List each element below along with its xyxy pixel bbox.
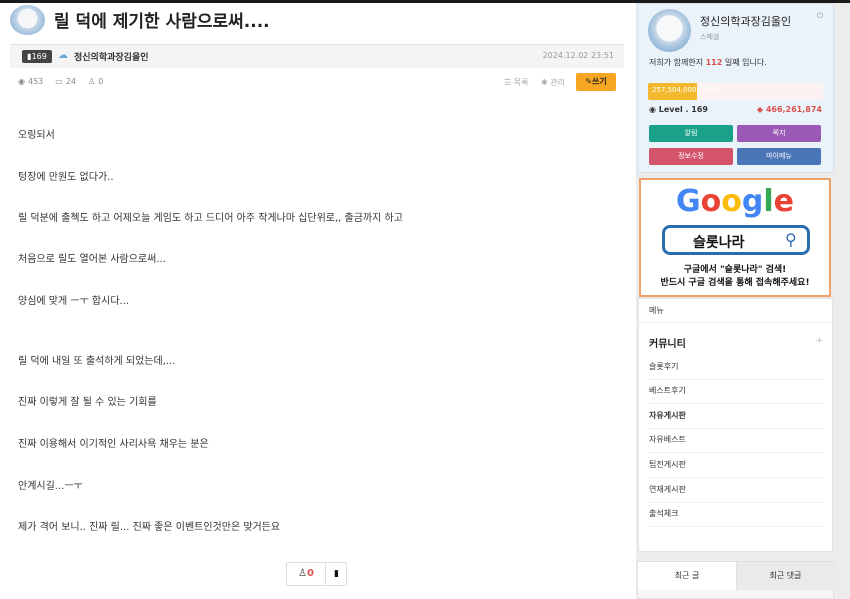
sidebar-item-tip-board[interactable]: 팁전게시판	[649, 454, 824, 478]
manage-label: 관리	[550, 78, 565, 87]
tab-recent-posts[interactable]: 최근 글	[638, 562, 736, 590]
like-count: 0	[307, 568, 314, 579]
bookmark-button[interactable]: ▮	[325, 563, 347, 585]
thumbs-up-icon: ♙	[88, 77, 96, 86]
post-date: 2024.12.02 23:51	[542, 51, 614, 60]
post-meta-bar: ▮169 ☁ 정신의학과장김올인 2024.12.02 23:51	[10, 44, 624, 68]
post-body-line: 양심에 맞게 ㅡㅜ 합시다...	[18, 296, 130, 307]
user-icon: ◉	[649, 105, 656, 114]
logo-letter: g	[741, 184, 764, 219]
search-icon: ⚲	[785, 230, 797, 249]
sidebar-item-attendance[interactable]: 출석체크	[649, 503, 824, 527]
sidebar-item-free-best[interactable]: 자유베스트	[649, 429, 824, 453]
eye-icon: ◉	[18, 77, 25, 86]
menu-header: 메뉴	[639, 299, 832, 323]
coin-icon: ◆	[756, 105, 764, 114]
post-stats: ◉ 453 ▭ 24 ♙ 0	[18, 77, 103, 86]
my-menu-button[interactable]: 마이메뉴	[737, 148, 821, 165]
logo-letter: G	[675, 184, 701, 219]
list-icon: ☰	[504, 78, 512, 87]
post-body-line: 텅장에 만원도 없다가..	[18, 172, 114, 183]
logo-letter: o	[700, 184, 722, 219]
logo-letter: e	[773, 184, 794, 219]
exp-progress-bar: 257,504,000 (28%)	[648, 83, 823, 100]
edit-info-button[interactable]: 정보수정	[649, 148, 733, 165]
list-link[interactable]: ☰ 목록	[504, 77, 528, 88]
post-body-line: 진짜 이용해서 이기적인 사리사욕 채우는 분은	[18, 439, 209, 450]
recent-tabs: 최근 글 최근 댓글	[637, 561, 834, 599]
exp-progress-text: 257,504,000 (28%)	[652, 86, 720, 94]
profile-name[interactable]: 정신의학과장김올인	[700, 13, 791, 29]
cloud-icon: ☁	[58, 50, 68, 61]
post-body-line: 릴 덕분에 출첵도 하고 어제오늘 게임도 하고 드디어 아주 작게나마 십단위…	[18, 213, 403, 224]
views-stat: ◉ 453	[18, 77, 43, 86]
days-suffix: 일째 입니다.	[724, 58, 767, 67]
tab-recent-comments[interactable]: 최근 댓글	[736, 562, 834, 590]
message-button-label: 쪽지	[772, 129, 786, 137]
comments-stat: ▭ 24	[55, 77, 76, 86]
views-count: 453	[27, 77, 44, 86]
alarm-button[interactable]: 알림	[649, 125, 733, 142]
points-info: ◆ 466,261,874	[757, 105, 822, 114]
days-count: 112	[705, 58, 723, 67]
power-icon[interactable]: ⏻	[817, 11, 823, 21]
sidebar-item-serial-board[interactable]: 연재게시판	[649, 479, 824, 503]
thumbs-up-icon: ♙	[298, 568, 307, 579]
points-value: 466,261,874	[765, 105, 822, 114]
google-search-ad[interactable]: Google 슬롯나라 ⚲ 구글에서 "슬롯나라" 검색! 반드시 구글 검색을…	[639, 178, 831, 297]
like-button[interactable]: ♙0	[287, 563, 325, 585]
logo-letter: l	[763, 184, 774, 219]
post-author-name[interactable]: 정신의학과장김올인	[74, 50, 149, 63]
author-avatar[interactable]	[10, 5, 45, 35]
profile-card: 정신의학과장김올인 ⏻ 스페셜 저희가 함께한지 112 일째 입니다. 257…	[637, 3, 834, 173]
likes-stat: ♙ 0	[88, 77, 103, 86]
write-label: 쓰기	[591, 77, 607, 86]
edit-info-button-label: 정보수정	[678, 152, 704, 160]
ad-search-word: 슬롯나라	[693, 235, 745, 251]
sidebar-item-best-reviews[interactable]: 베스트후기	[649, 380, 824, 404]
post-body-line: 처음으로 릴도 열어본 사람으로써...	[18, 254, 166, 265]
reaction-box: ♙0 ▮	[286, 562, 347, 586]
gear-icon: ✱	[541, 78, 548, 87]
comment-icon: ▭	[55, 77, 63, 86]
comments-count: 24	[65, 77, 77, 86]
post-main-area: 릴 덕에 제기한 사람으로써.... ▮169 ☁ 정신의학과장김올인 2024…	[0, 3, 636, 599]
days-prefix: 저희가 함께한지	[649, 58, 704, 67]
profile-rank: 스페셜	[700, 33, 720, 41]
write-button[interactable]: ✎쓰기	[576, 73, 616, 91]
sidebar-menu: 메뉴 커뮤니티 + 슬롯후기 베스트후기 자유게시판 자유베스트 팁전게시판 연…	[638, 298, 833, 552]
post-body-line: 안계시길...ㅡㅜ	[18, 481, 83, 492]
my-menu-button-label: 마이메뉴	[766, 152, 792, 160]
sidebar-item-slot-reviews[interactable]: 슬롯후기	[649, 356, 824, 380]
list-label: 목록	[513, 78, 529, 87]
plus-icon[interactable]: +	[815, 336, 823, 346]
message-button[interactable]: 쪽지	[737, 125, 821, 142]
post-body-line: 제가 격어 보니.. 진짜 릴... 진짜 좋은 이벤트인것만은 맞거든요	[18, 522, 281, 533]
google-logo: Google	[641, 184, 829, 219]
menu-category-community[interactable]: 커뮤니티	[649, 335, 686, 350]
likes-count: 0	[98, 77, 104, 86]
level-badge-value: 169	[31, 52, 47, 61]
post-body-line: 릴 덕에 내일 또 출석하게 되었는데,...	[18, 356, 176, 367]
level-info: ◉ Level . 169	[649, 105, 708, 114]
ad-text-line1: 구글에서 "슬롯나라" 검색!	[683, 265, 787, 275]
ad-search-box: 슬롯나라 ⚲	[662, 225, 810, 255]
days-together-text: 저희가 함께한지 112 일째 입니다.	[649, 57, 767, 68]
post-body-line: 진짜 이렇게 잘 될 수 있는 기회를	[18, 397, 157, 408]
alarm-button-label: 알림	[684, 129, 698, 137]
pencil-icon: ✎	[585, 77, 592, 86]
profile-avatar[interactable]	[648, 9, 691, 52]
sidebar-item-free-board[interactable]: 자유게시판	[649, 405, 824, 429]
post-title: 릴 덕에 제기한 사람으로써....	[54, 12, 270, 32]
ad-text-line2: 반드시 구글 검색을 통해 접속해주세요!	[660, 278, 810, 288]
logo-letter: o	[721, 184, 742, 219]
bookmark-icon: ▮	[334, 569, 339, 579]
level-badge: ▮169	[22, 50, 52, 63]
manage-link[interactable]: ✱ 관리	[541, 77, 565, 88]
level-label: Level . 169	[658, 105, 708, 114]
post-body-line: 오링되서	[18, 130, 55, 141]
